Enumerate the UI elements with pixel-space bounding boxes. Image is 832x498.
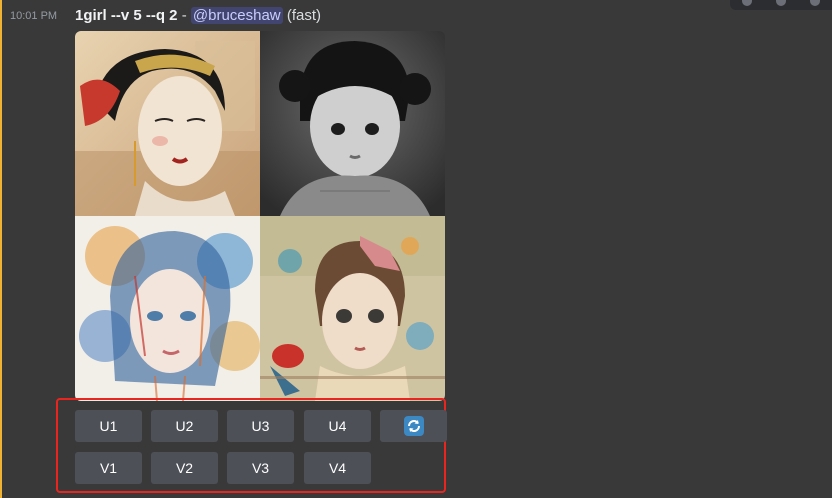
variation-1-button[interactable]: V1 bbox=[75, 452, 142, 484]
reroll-button[interactable] bbox=[380, 410, 447, 442]
user-mention[interactable]: @bruceshaw bbox=[190, 7, 283, 24]
bw-child-photo-image bbox=[260, 31, 445, 216]
message-header: 1girl --v 5 --q 2 - @bruceshaw (fast) bbox=[75, 6, 321, 26]
geisha-portrait-image bbox=[75, 31, 260, 216]
collage-girl-image bbox=[260, 216, 445, 401]
image-grid[interactable] bbox=[75, 31, 445, 401]
variation-2-button[interactable]: V2 bbox=[151, 452, 218, 484]
mention-highlight-bar bbox=[0, 0, 2, 498]
image-tile-1[interactable] bbox=[75, 31, 260, 216]
image-tile-4[interactable] bbox=[260, 216, 445, 401]
message-actions-toolbar[interactable] bbox=[730, 0, 832, 10]
image-tile-3[interactable] bbox=[75, 216, 260, 401]
refresh-icon bbox=[403, 416, 424, 436]
upscale-4-button[interactable]: U4 bbox=[304, 410, 371, 442]
discord-message-view: 10:01 PM 1girl --v 5 --q 2 - @bruceshaw … bbox=[0, 0, 832, 498]
prompt-separator: - bbox=[177, 7, 191, 24]
message-timestamp: 10:01 PM bbox=[10, 10, 58, 22]
variation-3-button[interactable]: V3 bbox=[227, 452, 294, 484]
upscale-2-button[interactable]: U2 bbox=[151, 410, 218, 442]
image-tile-2[interactable] bbox=[260, 31, 445, 216]
variation-4-button[interactable]: V4 bbox=[304, 452, 371, 484]
toolbar-more-icon[interactable] bbox=[810, 0, 820, 6]
upscale-1-button[interactable]: U1 bbox=[75, 410, 142, 442]
toolbar-reply-icon[interactable] bbox=[776, 0, 786, 6]
upscale-3-button[interactable]: U3 bbox=[227, 410, 294, 442]
watercolor-girl-image bbox=[75, 216, 260, 401]
prompt-text: 1girl --v 5 --q 2 bbox=[75, 7, 178, 24]
toolbar-reaction-icon[interactable] bbox=[742, 0, 752, 6]
speed-label: (fast) bbox=[286, 7, 321, 24]
